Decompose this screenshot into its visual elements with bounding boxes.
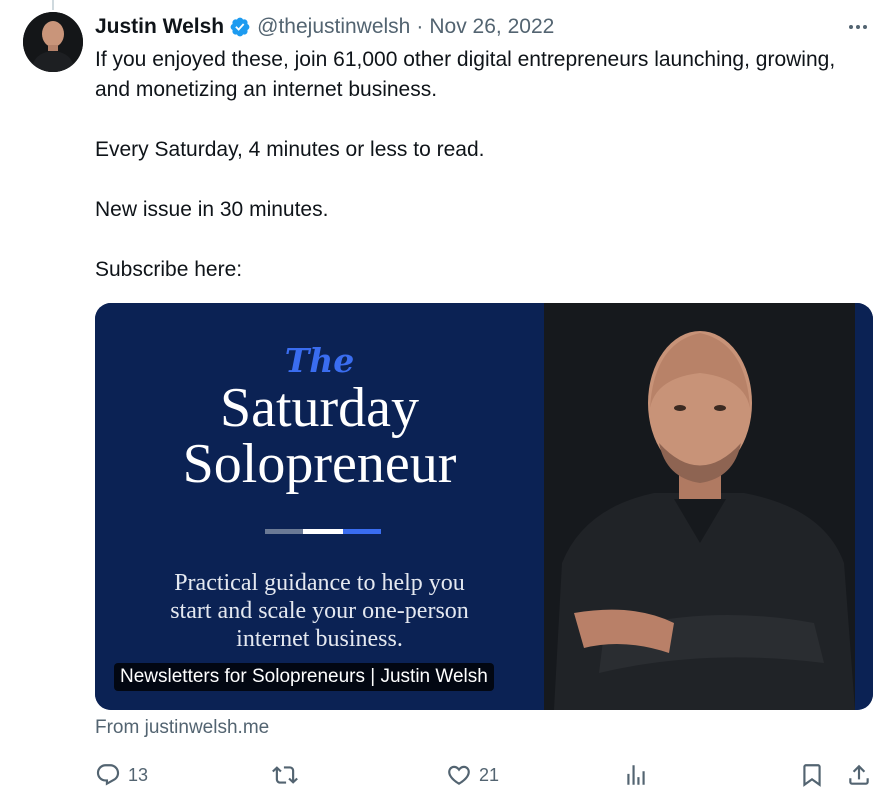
card-label: Newsletters for Solopreneurs | Justin We… — [114, 663, 494, 691]
like-count: 21 — [479, 764, 500, 785]
tagline-line: start and scale your one-person — [170, 598, 469, 624]
author-portrait — [544, 303, 855, 710]
divider-bar — [343, 529, 381, 534]
tweet-paragraph: Every Saturday, 4 minutes or less to rea… — [95, 138, 485, 161]
avatar[interactable] — [23, 12, 83, 72]
card-title-prefix: The — [284, 341, 355, 380]
tweet-paragraph: Subscribe here: — [95, 258, 243, 281]
reply-count: 13 — [128, 764, 149, 785]
like-button[interactable]: 21 — [446, 760, 499, 790]
views-button[interactable] — [623, 760, 656, 790]
divider-bar — [265, 529, 303, 534]
tweet-date[interactable]: Nov 26, 2022 — [429, 15, 554, 39]
more-options-button[interactable] — [840, 12, 876, 42]
link-preview-card[interactable]: The Saturday Solopreneur Practical guida… — [95, 303, 873, 710]
share-icon — [849, 764, 869, 785]
card-source-link[interactable]: From justinwelsh.me — [95, 717, 269, 739]
card-edge-stripe — [855, 303, 873, 710]
bookmark-icon — [803, 764, 821, 787]
more-icon — [849, 25, 867, 29]
card-tagline: Practical guidance to help you start and… — [95, 569, 544, 653]
retweet-icon — [272, 766, 298, 784]
divider-bar — [303, 529, 343, 534]
reply-icon — [96, 764, 120, 786]
retweet-button[interactable] — [272, 760, 305, 790]
tagline-line: internet business. — [236, 626, 403, 652]
card-title-line: Solopreneur — [182, 433, 457, 495]
separator-dot: · — [416, 15, 424, 38]
author-handle[interactable]: @thejustinwelsh — [257, 15, 410, 39]
card-graphic: The Saturday Solopreneur Practical guida… — [95, 303, 544, 710]
tweet-paragraph: New issue in 30 minutes. — [95, 198, 329, 221]
author-name[interactable]: Justin Welsh — [95, 15, 224, 39]
tweet-header: Justin Welsh @thejustinwelsh · Nov 26, 2… — [95, 12, 554, 42]
tweet-text: If you enjoyed these, join 61,000 other … — [95, 45, 865, 285]
thread-connector-line — [52, 0, 54, 10]
bookmark-button[interactable] — [799, 760, 825, 790]
share-button[interactable] — [846, 760, 872, 790]
tweet-paragraph: If you enjoyed these, join 61,000 other … — [95, 48, 836, 101]
avatar-photo — [23, 12, 83, 72]
like-icon — [448, 765, 470, 785]
tagline-line: Practical guidance to help you — [174, 570, 465, 596]
card-title-line: Saturday — [219, 377, 420, 439]
views-icon — [627, 765, 645, 785]
reply-button[interactable]: 13 — [95, 760, 148, 790]
verified-badge-icon[interactable] — [229, 16, 251, 38]
